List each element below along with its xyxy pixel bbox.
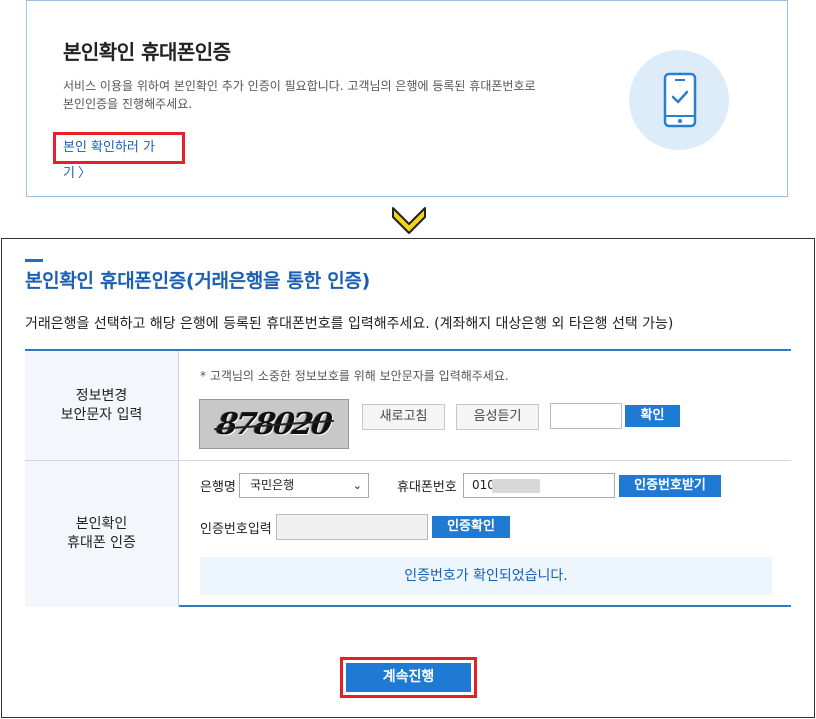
phone-verify-header: 본인확인 휴대폰 인증 — [25, 461, 179, 607]
bank-label: 은행명 — [200, 480, 236, 495]
code-input[interactable] — [276, 514, 428, 540]
panel-subtitle: 거래은행을 선택하고 해당 은행에 등록된 휴대폰번호를 입력해주세요. (계좌… — [25, 316, 674, 332]
verification-success-message: 인증번호가 확인되었습니다. — [200, 557, 772, 595]
continue-button-highlight: 계속진행 — [340, 657, 477, 698]
continue-button[interactable]: 계속진행 — [346, 663, 471, 692]
code-label: 인증번호입력 — [200, 522, 272, 537]
panel-title: 본인확인 휴대폰인증(거래은행을 통한 인증) — [25, 270, 370, 292]
verification-form: 정보변경 보안문자 입력 * 고객님의 소중한 정보보호를 위해 보안문자를 입… — [25, 349, 791, 607]
refresh-captcha-button[interactable]: 새로고침 — [362, 404, 445, 430]
chevron-right-icon: 〉 — [77, 166, 91, 181]
phone-label: 휴대폰번호 — [397, 480, 457, 495]
go-verify-link-label: 본인 확인하러 가기 — [63, 140, 155, 181]
confirm-code-button[interactable]: 인증확인 — [432, 516, 510, 538]
audio-captcha-button[interactable]: 음성듣기 — [456, 404, 539, 430]
go-verify-link[interactable]: 본인 확인하러 가기 〉 — [53, 132, 185, 181]
bank-select[interactable]: 국민은행 ⌄ — [239, 473, 369, 498]
bank-selected-value: 국민은행 — [250, 478, 295, 492]
request-code-button[interactable]: 인증번호받기 — [619, 475, 721, 497]
card-description-line1: 서비스 이용을 위하여 본인확인 추가 인증이 필요합니다. 고객님의 은행에 … — [63, 79, 536, 93]
captcha-image: 878020 — [199, 399, 349, 449]
chevron-down-icon — [390, 204, 428, 240]
security-notice: * 고객님의 소중한 정보보호를 위해 보안문자를 입력해주세요. — [200, 369, 509, 383]
card-description: 서비스 이용을 위하여 본인확인 추가 인증이 필요합니다. 고객님의 은행에 … — [63, 77, 603, 113]
card-description-line2: 본인인증을 진행해주세요. — [63, 97, 193, 111]
phone-verify-header-line2: 휴대폰 인증 — [67, 535, 136, 551]
captcha-input[interactable] — [550, 403, 622, 429]
phone-number-input[interactable]: 010 — [463, 473, 615, 498]
phone-verify-row: 본인확인 휴대폰 인증 은행명 국민은행 ⌄ 휴대폰번호 010 인증번호받기 … — [25, 461, 791, 607]
phone-check-icon — [629, 50, 729, 150]
security-header-line1: 정보변경 — [75, 387, 128, 404]
security-header-line2: 보안문자 입력 — [60, 406, 143, 423]
security-code-row: 정보변경 보안문자 입력 * 고객님의 소중한 정보보호를 위해 보안문자를 입… — [25, 351, 791, 461]
identity-verification-card: 본인확인 휴대폰인증 서비스 이용을 위하여 본인확인 추가 인증이 필요합니다… — [26, 0, 788, 197]
title-accent-bar — [25, 259, 43, 262]
security-code-header: 정보변경 보안문자 입력 — [25, 351, 179, 460]
card-title: 본인확인 휴대폰인증 — [63, 40, 231, 64]
verification-panel: 본인확인 휴대폰인증(거래은행을 통한 인증) 거래은행을 선택하고 해당 은행… — [1, 238, 815, 718]
chevron-down-icon: ⌄ — [352, 479, 362, 492]
captcha-confirm-button[interactable]: 확인 — [625, 405, 680, 427]
phone-verify-header-line1: 본인확인 — [75, 516, 128, 532]
masked-phone-digits — [492, 479, 540, 493]
